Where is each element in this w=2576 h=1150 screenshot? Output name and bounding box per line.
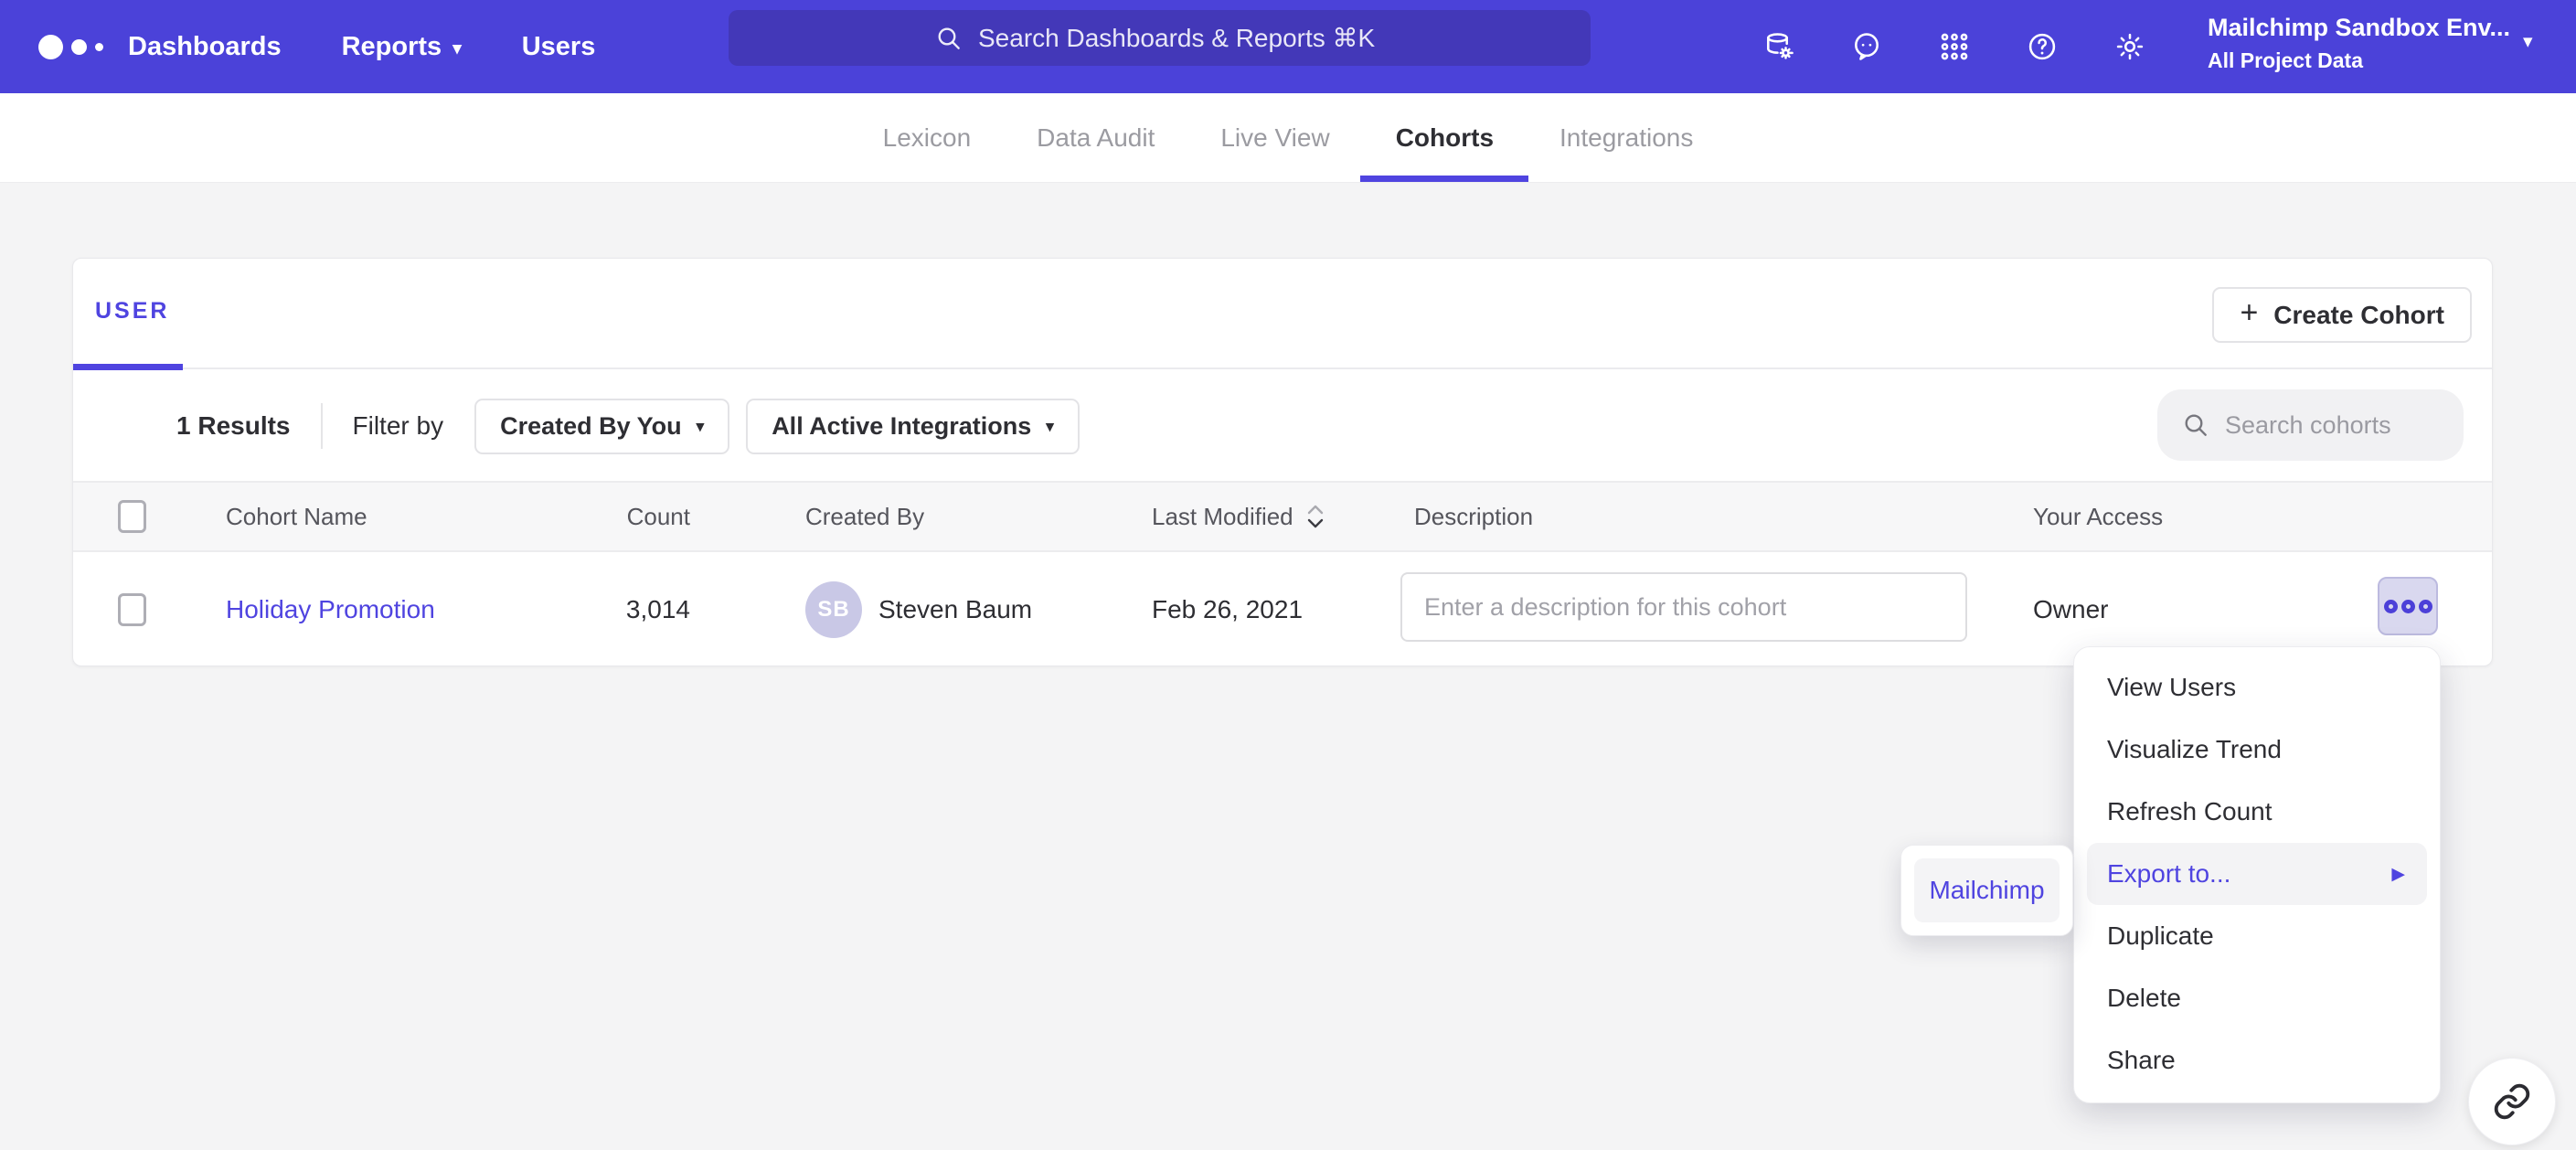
nav-users[interactable]: Users [522, 32, 596, 62]
top-bar-icons [1762, 0, 2146, 93]
column-last-modified[interactable]: Last Modified [1152, 483, 1325, 550]
tab-cohorts-label: Cohorts [1396, 123, 1494, 153]
ellipsis-dot [2401, 600, 2415, 613]
top-nav-links: Dashboards Reports ▾ Users [128, 0, 595, 93]
created-by-cell: SB Steven Baum [805, 552, 1032, 666]
row-checkbox[interactable] [118, 593, 146, 626]
nav-reports[interactable]: Reports ▾ [342, 32, 462, 62]
cohorts-panel: USER + Create Cohort 1 Results Filter by… [72, 258, 2493, 666]
user-tab-underline [73, 364, 183, 370]
filter-by-label: Filter by [353, 411, 444, 441]
nav-users-label: Users [522, 32, 596, 62]
app-switcher-icon[interactable] [1938, 30, 1971, 63]
filter-created-by-value: Created By You [500, 412, 682, 441]
column-created-by: Created By [805, 483, 924, 550]
global-search-bar[interactable] [729, 10, 1591, 66]
cohorts-toolbar: 1 Results Filter by Created By You ▾ All… [73, 371, 2492, 481]
tab-live-view[interactable]: Live View [1220, 93, 1329, 182]
create-cohort-button[interactable]: + Create Cohort [2212, 287, 2472, 343]
active-tab-underline [1360, 176, 1528, 182]
avatar: SB [805, 581, 862, 638]
select-all-cell [118, 483, 146, 550]
feedback-icon[interactable] [1850, 30, 1883, 63]
export-submenu: Mailchimp [1900, 845, 2073, 936]
menu-item-export-to-label: Export to... [2107, 859, 2230, 889]
project-name: Mailchimp Sandbox Env... [2208, 14, 2514, 42]
cohort-count-cell: 3,014 [530, 552, 690, 666]
submenu-arrow-icon: ▶ [2391, 864, 2405, 885]
project-scope: All Project Data [2208, 48, 2514, 73]
project-caret-icon[interactable]: ▾ [2523, 30, 2533, 53]
nav-reports-label: Reports [342, 32, 442, 62]
chevron-down-icon: ▾ [452, 38, 462, 59]
tab-cohorts[interactable]: Cohorts [1396, 93, 1494, 182]
ellipsis-dot [2419, 600, 2432, 613]
data-management-subnav: Lexicon Data Audit Live View Cohorts Int… [0, 93, 2576, 183]
column-your-access: Your Access [2033, 483, 2163, 550]
create-cohort-label: Create Cohort [2273, 301, 2444, 330]
menu-item-visualize-trend[interactable]: Visualize Trend [2074, 719, 2440, 781]
menu-item-refresh-count[interactable]: Refresh Count [2074, 781, 2440, 843]
help-icon[interactable] [2026, 30, 2059, 63]
tab-user-cohorts[interactable]: USER [95, 298, 169, 325]
results-count: 1 Results [176, 411, 291, 441]
tab-data-audit[interactable]: Data Audit [1037, 93, 1155, 182]
tab-data-audit-label: Data Audit [1037, 123, 1155, 153]
project-selector[interactable]: Mailchimp Sandbox Env... All Project Dat… [2208, 14, 2514, 73]
column-count: Count [530, 483, 690, 550]
ellipsis-dot [2384, 600, 2398, 613]
nav-dashboards[interactable]: Dashboards [128, 32, 282, 62]
cohort-search-box[interactable] [2157, 389, 2464, 461]
filter-integrations-dropdown[interactable]: All Active Integrations ▾ [746, 399, 1080, 454]
plus-icon: + [2240, 295, 2258, 331]
cohort-description-input[interactable] [1400, 572, 1967, 642]
search-icon [934, 24, 963, 53]
tab-integrations-label: Integrations [1559, 123, 1693, 153]
last-modified-cell: Feb 26, 2021 [1152, 552, 1303, 666]
tab-lexicon[interactable]: Lexicon [883, 93, 972, 182]
row-select-cell [118, 552, 146, 666]
tab-integrations[interactable]: Integrations [1559, 93, 1693, 182]
tab-live-view-label: Live View [1220, 123, 1329, 153]
top-navigation-bar: Dashboards Reports ▾ Users [0, 0, 2576, 93]
cohort-search-input[interactable] [2225, 411, 2435, 440]
link-icon [2492, 1081, 2532, 1122]
menu-item-export-to[interactable]: Export to... ▶ [2087, 843, 2427, 905]
tab-lexicon-label: Lexicon [883, 123, 972, 153]
chevron-down-icon: ▾ [1046, 418, 1054, 436]
row-context-menu: View Users Visualize Trend Refresh Count… [2073, 646, 2441, 1103]
toolbar-divider [321, 403, 323, 449]
column-last-modified-label: Last Modified [1152, 503, 1293, 531]
column-cohort-name: Cohort Name [226, 483, 367, 550]
select-all-checkbox[interactable] [118, 500, 146, 533]
cohort-name-cell: Holiday Promotion [226, 552, 435, 666]
created-by-name: Steven Baum [878, 595, 1032, 624]
menu-item-duplicate[interactable]: Duplicate [2074, 905, 2440, 967]
column-description: Description [1414, 483, 1533, 550]
mixpanel-logo-icon[interactable] [38, 0, 103, 93]
search-icon [2181, 410, 2210, 440]
data-settings-icon[interactable] [1762, 30, 1795, 63]
cohorts-page: Dashboards Reports ▾ Users [0, 0, 2576, 1150]
nav-dashboards-label: Dashboards [128, 32, 282, 62]
chevron-down-icon: ▾ [697, 418, 705, 436]
filter-created-by-dropdown[interactable]: Created By You ▾ [474, 399, 729, 454]
copy-link-fab[interactable] [2468, 1058, 2556, 1145]
submenu-item-mailchimp[interactable]: Mailchimp [1914, 858, 2060, 922]
filter-integrations-value: All Active Integrations [772, 412, 1031, 441]
global-search-input[interactable] [978, 24, 1385, 53]
cohort-name-link[interactable]: Holiday Promotion [226, 595, 435, 624]
settings-gear-icon[interactable] [2113, 30, 2146, 63]
cohort-type-tabs: USER + Create Cohort [73, 259, 2492, 369]
menu-item-delete[interactable]: Delete [2074, 967, 2440, 1029]
row-more-actions-button[interactable] [2378, 577, 2438, 635]
sort-icon[interactable] [1306, 504, 1325, 529]
table-header: Cohort Name Count Created By Last Modifi… [73, 481, 2492, 552]
subnav-tabs: Lexicon Data Audit Live View Cohorts Int… [0, 93, 2576, 182]
menu-item-view-users[interactable]: View Users [2074, 656, 2440, 719]
menu-item-share[interactable]: Share [2074, 1029, 2440, 1091]
